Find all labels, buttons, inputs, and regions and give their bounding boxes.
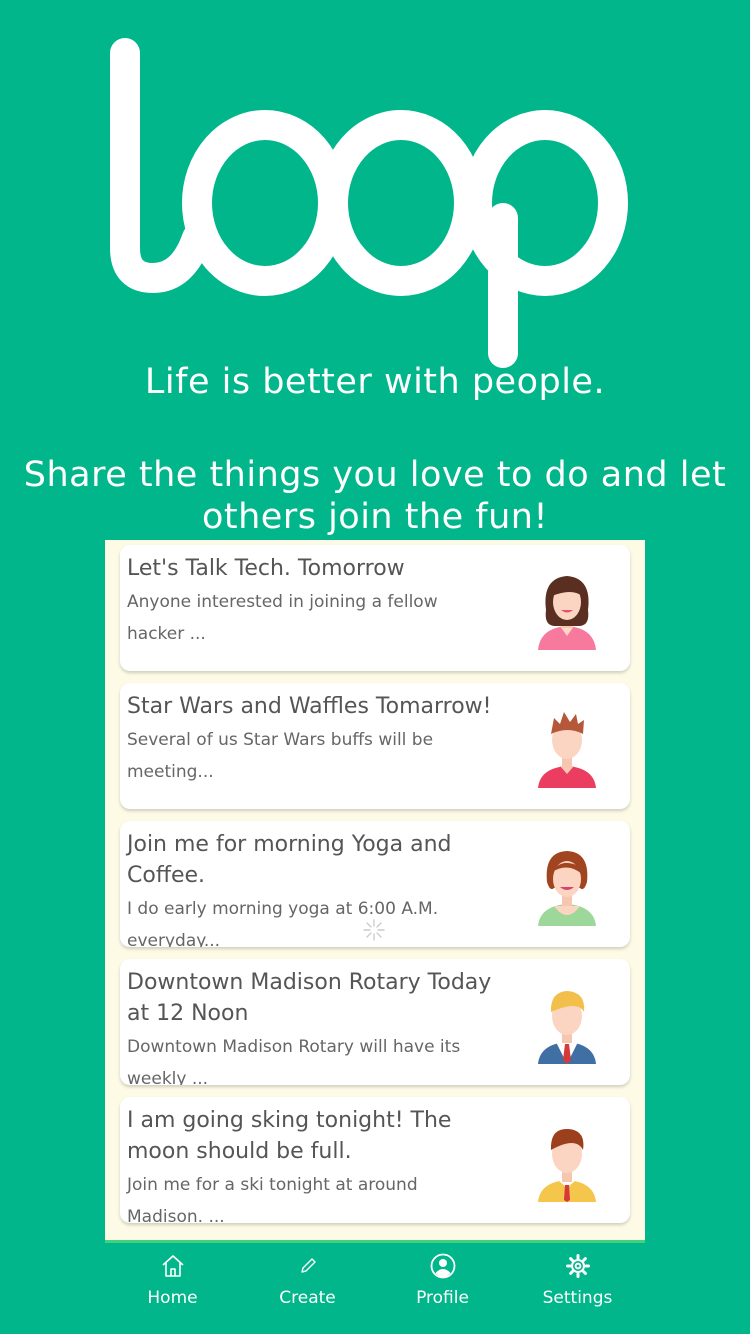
profile-icon [430, 1253, 456, 1279]
tab-create[interactable]: Create [240, 1243, 375, 1334]
event-description: Several of us Star Wars buffs will be me… [127, 730, 434, 782]
tab-settings-label: Settings [542, 1288, 613, 1308]
tab-create-label: Create [279, 1288, 336, 1308]
event-description: Downtown Madison Rotary will have its we… [127, 1037, 461, 1085]
tab-profile-label: Profile [416, 1288, 469, 1308]
event-description: Join me for a ski tonight at around Madi… [127, 1175, 418, 1223]
event-card[interactable]: Downtown Madison Rotary Today at 12 Noon… [120, 959, 630, 1085]
loop-logo [110, 38, 628, 368]
pencil-icon [301, 1258, 316, 1273]
event-card[interactable]: I am going sking tonight! The moon shoul… [120, 1097, 630, 1223]
tagline-secondary: Share the things you love to do and let … [23, 455, 727, 537]
home-icon [162, 1255, 184, 1277]
event-card[interactable]: Star Wars and Waffles Tomarrow! Several … [120, 683, 630, 809]
tab-home[interactable]: Home [105, 1243, 240, 1334]
event-title: Let's Talk Tech. Tomorrow [127, 556, 405, 581]
event-title: Join me for morning Yoga and Coffee. [127, 832, 452, 888]
tab-home-label: Home [147, 1288, 198, 1308]
man-spiky-hair-red-shirt-avatar [538, 712, 596, 788]
bottom-tab-bar: Home Create Profile Settings [105, 1240, 645, 1334]
tab-profile[interactable]: Profile [375, 1243, 510, 1334]
event-card[interactable]: Let's Talk Tech. Tomorrow Anyone interes… [120, 545, 630, 671]
man-brown-hair-yellow-shirt-avatar [538, 1128, 596, 1202]
event-title: I am going sking tonight! The moon shoul… [127, 1108, 452, 1164]
event-feed[interactable]: Let's Talk Tech. Tomorrow Anyone interes… [105, 540, 645, 1240]
woman-auburn-hair-green-top-avatar [538, 851, 596, 926]
loading-spinner-icon [363, 919, 385, 941]
event-description: I do early morning yoga at 6:00 A.M. eve… [127, 899, 439, 947]
tab-settings[interactable]: Settings [510, 1243, 645, 1334]
gear-icon [566, 1254, 590, 1278]
event-title: Star Wars and Waffles Tomarrow! [127, 694, 492, 719]
event-description: Anyone interested in joining a fellow ha… [127, 592, 438, 644]
man-blond-suit-tie-avatar [538, 991, 596, 1064]
woman-brown-hair-pink-shirt-avatar [538, 576, 596, 650]
tagline-primary: Life is better with people. [144, 362, 606, 402]
event-title: Downtown Madison Rotary Today at 12 Noon [127, 970, 492, 1026]
